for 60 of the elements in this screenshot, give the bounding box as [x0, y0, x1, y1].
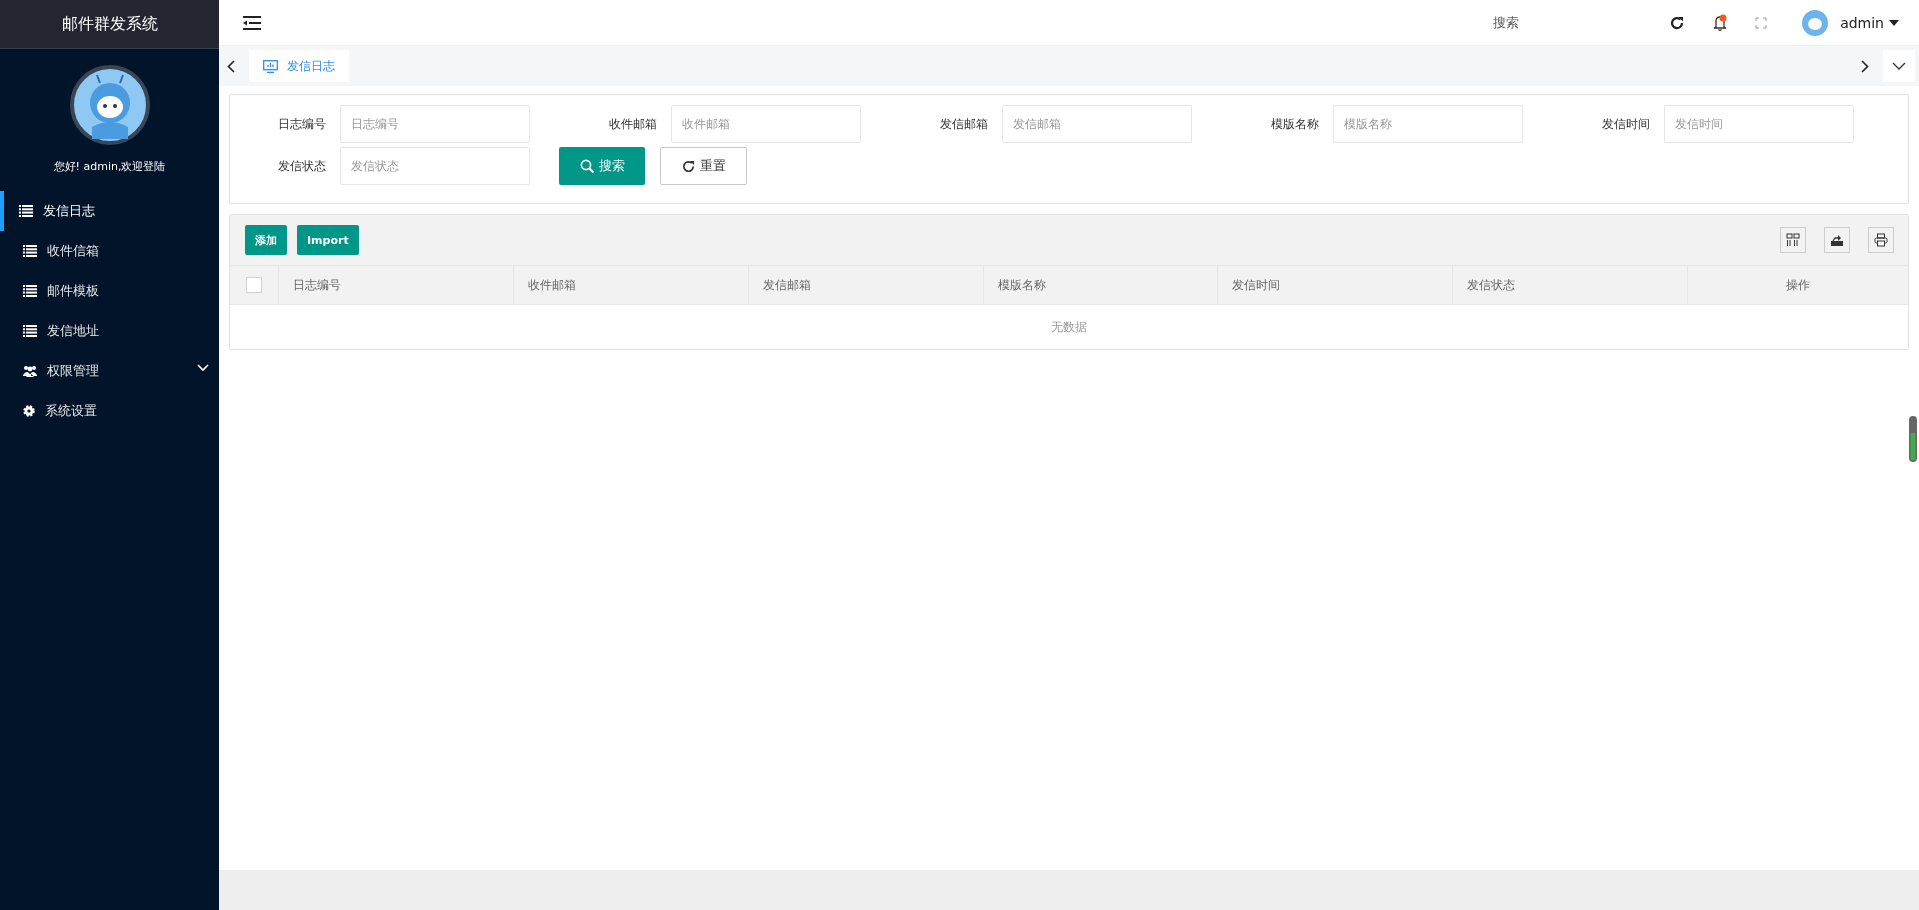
username-menu[interactable]: admin	[1840, 14, 1884, 31]
caret-down-icon[interactable]	[1889, 19, 1899, 26]
input-field[interactable]: 模版名称	[1333, 105, 1523, 143]
users-icon	[23, 365, 37, 377]
column-header[interactable]: 收件邮箱	[527, 276, 576, 294]
empty-message: 无数据	[1051, 318, 1087, 336]
refresh-icon	[681, 158, 696, 174]
app-title: 邮件群发系统	[0, 0, 219, 49]
sidebar-item[interactable]: 系统设置	[0, 391, 219, 431]
column-header[interactable]: 模版名称	[997, 276, 1046, 294]
checkbox[interactable]	[246, 277, 262, 293]
settings-icon	[23, 405, 35, 417]
print-icon	[1874, 233, 1888, 247]
list-icon	[23, 285, 37, 297]
input-field[interactable]: 发信状态	[340, 147, 530, 185]
page-tab[interactable]: 发信日志	[249, 50, 349, 82]
print-button[interactable]	[1868, 227, 1894, 253]
export-button[interactable]	[1824, 227, 1850, 253]
columns-icon	[1786, 233, 1800, 247]
columns-button[interactable]	[1780, 227, 1806, 253]
chevron-right-icon[interactable]	[1861, 59, 1869, 73]
bell-icon[interactable]	[1712, 13, 1729, 32]
monitor-icon	[263, 59, 278, 73]
list-icon	[23, 325, 37, 337]
toolbar-button[interactable]: Import	[297, 225, 359, 255]
sidebar-item[interactable]: 邮件模板	[0, 271, 219, 311]
scroll-meter-drawing	[1909, 416, 1917, 462]
list-icon	[19, 205, 33, 217]
avatar-icon	[69, 65, 150, 145]
field-label: 发信时间	[1601, 115, 1651, 133]
input-field[interactable]: 收件邮箱	[671, 105, 861, 143]
menu-icon[interactable]	[243, 15, 261, 30]
field-label: 发信邮箱	[939, 115, 989, 133]
field-label: 日志编号	[277, 115, 327, 133]
field-label: 模版名称	[1270, 115, 1320, 133]
column-header[interactable]: 发信邮箱	[762, 276, 811, 294]
column-header[interactable]: 日志编号	[293, 276, 341, 294]
column-header[interactable]: 发信状态	[1467, 276, 1516, 294]
field-label: 发信状态	[277, 157, 327, 175]
column-header[interactable]: 发信时间	[1232, 276, 1281, 294]
input-field[interactable]: 发信时间	[1664, 105, 1854, 143]
sidebar-item[interactable]: 发信地址	[0, 311, 219, 351]
toolbar-button[interactable]: 添加	[245, 225, 287, 255]
sidebar-item[interactable]: 收件信箱	[0, 231, 219, 271]
search-link[interactable]: 搜索	[1493, 13, 1520, 32]
export-icon	[1830, 233, 1844, 247]
sidebar-item[interactable]: 权限管理	[0, 351, 219, 391]
search-icon	[579, 158, 595, 174]
chevron-down-icon	[1892, 62, 1906, 70]
list-icon	[23, 245, 37, 257]
search-button[interactable]: 搜索	[559, 147, 645, 185]
input-field[interactable]: 日志编号	[340, 105, 530, 143]
column-header[interactable]: 操作	[1786, 276, 1811, 294]
tab-menu-button[interactable]	[1883, 50, 1915, 82]
welcome-text: 您好! admin,欢迎登陆	[53, 159, 166, 174]
reset-button[interactable]: 重置	[660, 147, 747, 185]
field-label: 收件邮箱	[608, 115, 658, 133]
chevron-left-icon[interactable]	[227, 59, 235, 73]
refresh-icon[interactable]	[1669, 14, 1686, 31]
input-field[interactable]: 发信邮箱	[1002, 105, 1192, 143]
